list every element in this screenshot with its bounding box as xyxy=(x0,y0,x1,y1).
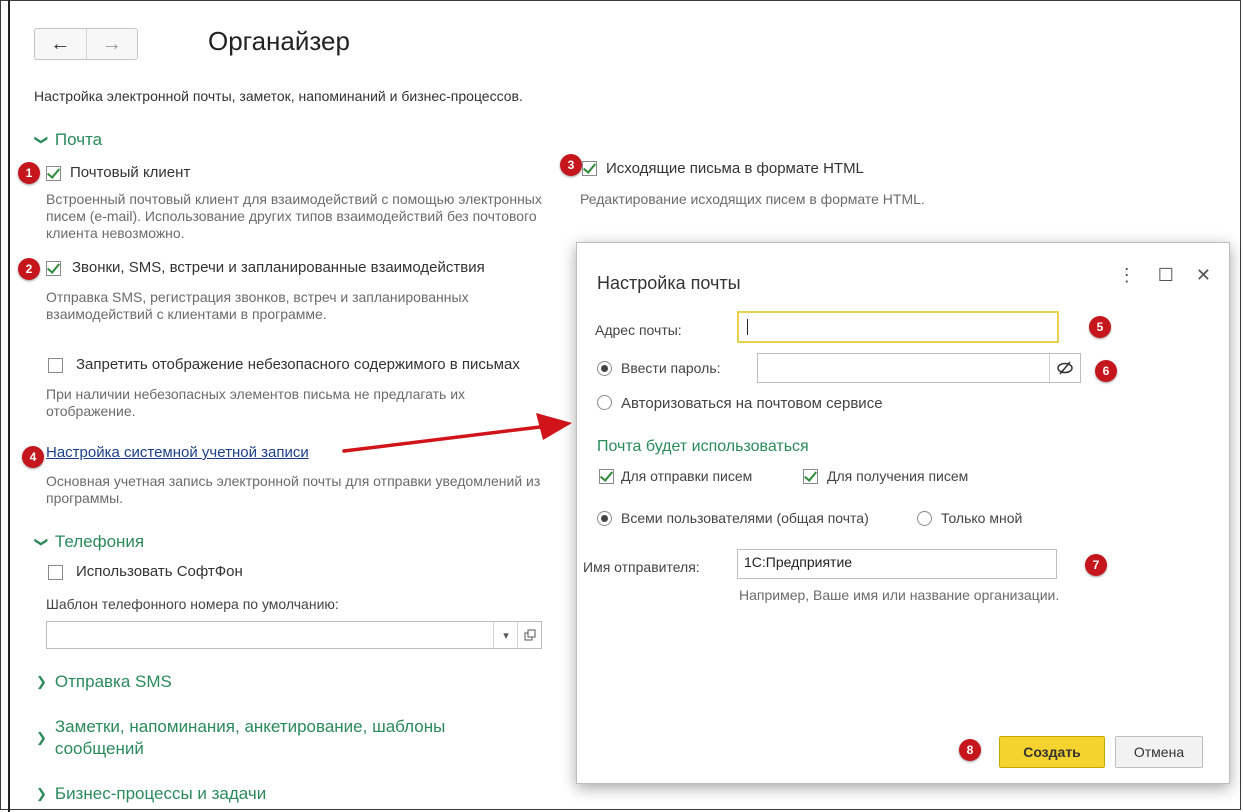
badge-2: 2 xyxy=(18,258,40,280)
dialog-window-controls: ⋮ ☐ ✕ xyxy=(1118,265,1211,286)
mail-client-checkbox[interactable] xyxy=(46,166,61,181)
window-left-edge xyxy=(8,0,10,812)
eye-off-icon[interactable] xyxy=(1049,354,1080,382)
chevron-right-icon: ❯ xyxy=(36,786,47,801)
sender-hint: Например, Ваше имя или название организа… xyxy=(739,587,1060,603)
oauth-radio[interactable] xyxy=(597,395,612,410)
sender-input[interactable]: 1С:Предприятие xyxy=(737,549,1057,579)
softphone-label: Использовать СофтФон xyxy=(76,563,243,580)
chevron-down-icon: ❯ xyxy=(34,134,50,146)
open-window-icon[interactable] xyxy=(517,622,542,648)
mail-settings-dialog: Настройка почты ⋮ ☐ ✕ Адрес почты: 5 Вве… xyxy=(576,242,1230,784)
calls-sms-description: Отправка SMS, регистрация звонков, встре… xyxy=(46,289,469,322)
all-users-label: Всеми пользователями (общая почта) xyxy=(621,510,869,526)
system-account-link[interactable]: Настройка системной учетной записи xyxy=(46,444,309,461)
receive-checkbox[interactable] xyxy=(803,469,818,484)
badge-6: 6 xyxy=(1095,360,1117,382)
html-outgoing-description: Редактирование исходящих писем в формате… xyxy=(580,191,925,207)
close-icon[interactable]: ✕ xyxy=(1196,265,1211,286)
nav-buttons: ← → xyxy=(34,28,138,60)
section-sms-label: Отправка SMS xyxy=(54,672,172,691)
maximize-icon[interactable]: ☐ xyxy=(1158,265,1174,286)
chevron-down-icon: ❯ xyxy=(34,536,50,548)
only-me-radio[interactable] xyxy=(917,511,932,526)
section-mail-label: Почта xyxy=(54,130,103,149)
section-notes-line1: Заметки, напоминания, анкетирование, шаб… xyxy=(54,717,446,736)
forward-arrow-icon[interactable]: → xyxy=(85,29,138,59)
password-radio-label: Ввести пароль: xyxy=(621,360,721,376)
softphone-checkbox[interactable] xyxy=(48,565,63,580)
page-title: Органайзер xyxy=(208,26,350,56)
calls-sms-label: Звонки, SMS, встречи и запланированные в… xyxy=(72,259,485,276)
password-input[interactable] xyxy=(757,353,1081,383)
section-telephony-label: Телефония xyxy=(54,532,145,551)
badge-1: 1 xyxy=(18,162,40,184)
phone-template-label: Шаблон телефонного номера по умолчанию: xyxy=(46,596,339,612)
block-unsafe-checkbox[interactable] xyxy=(48,358,63,373)
text-caret xyxy=(747,319,748,335)
usage-header: Почта будет использоваться xyxy=(597,438,809,455)
create-button[interactable]: Создать xyxy=(999,736,1105,768)
sender-value: 1С:Предприятие xyxy=(744,554,853,570)
system-account-description: Основная учетная запись электронной почт… xyxy=(46,473,541,506)
badge-7: 7 xyxy=(1085,554,1107,576)
section-notes-header[interactable]: ❯ Заметки, напоминания, анкетирование, ш… xyxy=(36,716,445,760)
section-mail-header[interactable]: ❯ Почта xyxy=(34,130,103,150)
receive-label: Для получения писем xyxy=(827,468,969,484)
dropdown-arrow-icon[interactable]: ▾ xyxy=(493,622,518,648)
send-label: Для отправки писем xyxy=(621,468,753,484)
chevron-right-icon: ❯ xyxy=(36,730,47,745)
section-telephony-header[interactable]: ❯ Телефония xyxy=(34,532,145,552)
page-description: Настройка электронной почты, заметок, на… xyxy=(34,88,523,104)
sender-label: Имя отправителя: xyxy=(583,559,700,575)
phone-template-combo[interactable]: ▾ xyxy=(46,621,542,649)
calls-sms-checkbox[interactable] xyxy=(46,261,61,276)
oauth-radio-label: Авторизоваться на почтовом сервисе xyxy=(621,395,883,412)
section-sms-header[interactable]: ❯ Отправка SMS xyxy=(36,672,172,692)
back-arrow-icon[interactable]: ← xyxy=(35,29,86,59)
email-label: Адрес почты: xyxy=(595,322,682,338)
section-business-label: Бизнес-процессы и задачи xyxy=(54,784,267,803)
mail-client-label: Почтовый клиент xyxy=(70,164,191,181)
password-radio[interactable] xyxy=(597,361,612,376)
section-notes-label: Заметки, напоминания, анкетирование, шаб… xyxy=(55,716,445,760)
send-checkbox[interactable] xyxy=(599,469,614,484)
cancel-button[interactable]: Отмена xyxy=(1115,736,1203,768)
mail-client-description: Встроенный почтовый клиент для взаимодей… xyxy=(46,191,542,241)
badge-5: 5 xyxy=(1089,316,1111,338)
badge-3: 3 xyxy=(560,154,582,176)
email-input[interactable] xyxy=(737,311,1059,343)
dialog-title: Настройка почты xyxy=(597,273,741,293)
more-vert-icon[interactable]: ⋮ xyxy=(1118,265,1136,286)
all-users-radio[interactable] xyxy=(597,511,612,526)
block-unsafe-label: Запретить отображение небезопасного соде… xyxy=(76,356,520,373)
section-business-header[interactable]: ❯ Бизнес-процессы и задачи xyxy=(36,784,266,804)
red-arrow-icon xyxy=(342,413,572,453)
html-outgoing-label: Исходящие письма в формате HTML xyxy=(606,160,864,177)
badge-8: 8 xyxy=(959,739,981,761)
section-notes-line2: сообщений xyxy=(54,739,144,758)
badge-4: 4 xyxy=(22,446,44,468)
chevron-right-icon: ❯ xyxy=(36,674,47,689)
only-me-label: Только мной xyxy=(941,510,1023,526)
html-outgoing-checkbox[interactable] xyxy=(582,161,597,176)
